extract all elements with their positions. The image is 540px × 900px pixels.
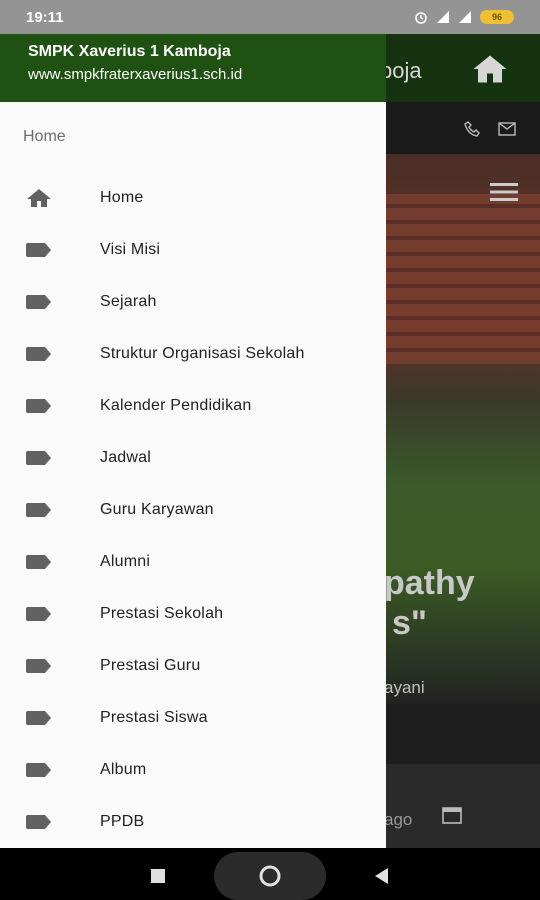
drawer-item-label: Struktur Organisasi Sekolah xyxy=(100,345,305,362)
signal-icon-2 xyxy=(459,11,471,23)
drawer-item-label: Kalender Pendidikan xyxy=(100,397,252,414)
drawer-item-prestasi-sekolah[interactable]: Prestasi Sekolah xyxy=(0,588,386,640)
label-icon xyxy=(0,399,100,413)
status-icons: 96 xyxy=(414,10,514,24)
label-icon xyxy=(0,555,100,569)
drawer-item-struktur-organisasi[interactable]: Struktur Organisasi Sekolah xyxy=(0,328,386,380)
alarm-icon xyxy=(415,12,427,24)
drawer-item-guru-karyawan[interactable]: Guru Karyawan xyxy=(0,484,386,536)
background-title: boja xyxy=(380,58,422,83)
label-icon xyxy=(0,503,100,517)
background-hero-text: pathy xyxy=(384,564,475,602)
home-icon xyxy=(0,188,100,208)
drawer-item-label: Home xyxy=(100,189,144,206)
background-hero-text-2: s" xyxy=(392,604,428,642)
background-mail-icon xyxy=(498,122,516,136)
drawer-item-visi-misi[interactable]: Visi Misi xyxy=(0,224,386,276)
drawer-item-prestasi-siswa[interactable]: Prestasi Siswa xyxy=(0,692,386,744)
drawer-item-label: Prestasi Siswa xyxy=(100,709,208,726)
drawer-item-label: Jadwal xyxy=(100,449,152,466)
recents-button[interactable] xyxy=(150,868,166,884)
status-time: 19:11 xyxy=(26,8,64,26)
label-icon xyxy=(0,295,100,309)
home-button[interactable] xyxy=(258,864,282,888)
drawer-item-label: Visi Misi xyxy=(100,241,161,258)
drawer-item-label: Prestasi Guru xyxy=(100,657,201,674)
label-icon xyxy=(0,347,100,361)
drawer-item-alumni[interactable]: Alumni xyxy=(0,536,386,588)
drawer-item-label: PPDB xyxy=(100,813,145,830)
drawer-item-album[interactable]: Album xyxy=(0,744,386,796)
drawer-item-home[interactable]: Home xyxy=(0,172,386,224)
drawer-item-kalender-pendidikan[interactable]: Kalender Pendidikan xyxy=(0,380,386,432)
drawer-subtitle[interactable]: www.smpkfraterxaverius1.sch.id xyxy=(28,65,386,85)
drawer-title: SMPK Xaverius 1 Kamboja xyxy=(28,43,231,60)
drawer-item-sejarah[interactable]: Sejarah xyxy=(0,276,386,328)
background-bottom-text: ago xyxy=(384,810,413,829)
drawer-item-label: Album xyxy=(100,761,147,778)
drawer-item-label: Alumni xyxy=(100,553,151,570)
drawer-menu-list: Home Visi Misi Sejarah Struktur Organisa… xyxy=(0,172,386,848)
drawer-item-label: Sejarah xyxy=(100,293,157,310)
label-icon xyxy=(0,763,100,777)
label-icon xyxy=(0,607,100,621)
background-roof xyxy=(360,194,540,364)
label-icon xyxy=(0,243,100,257)
drawer-item-ppdb[interactable]: PPDB xyxy=(0,796,386,848)
drawer-item-label: Prestasi Sekolah xyxy=(100,605,224,622)
drawer-header: SMPK Xaverius 1 Kamboja www.smpkfraterxa… xyxy=(0,34,386,102)
back-button[interactable] xyxy=(373,867,389,885)
drawer-item-jadwal[interactable]: Jadwal xyxy=(0,432,386,484)
background-menu-icon xyxy=(490,183,518,201)
label-icon xyxy=(0,815,100,829)
signal-icon xyxy=(437,11,449,23)
background-calendar-icon xyxy=(442,807,462,824)
background-hero-caption: ayani xyxy=(384,678,425,697)
background-phone-icon xyxy=(464,121,480,137)
status-bar: 19:11 96 xyxy=(0,0,540,34)
label-icon xyxy=(0,711,100,725)
drawer-item-label: Guru Karyawan xyxy=(100,501,214,518)
battery-icon: 96 xyxy=(480,10,514,24)
background-home-icon xyxy=(473,55,507,83)
navigation-drawer: SMPK Xaverius 1 Kamboja www.smpkfraterxa… xyxy=(0,34,386,848)
label-icon xyxy=(0,451,100,465)
label-icon xyxy=(0,659,100,673)
drawer-item-prestasi-guru[interactable]: Prestasi Guru xyxy=(0,640,386,692)
drawer-section-label: Home xyxy=(23,128,66,145)
